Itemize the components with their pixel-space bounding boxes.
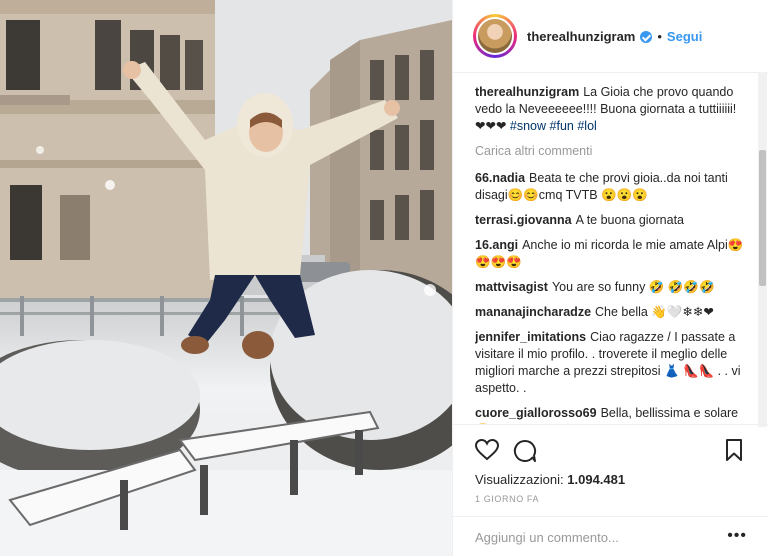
follow-button[interactable]: Segui <box>667 29 702 44</box>
avatar-story-ring[interactable] <box>473 14 517 58</box>
comment-item: jennifer_imitations Ciao ragazze / I pass… <box>475 329 747 397</box>
post-date[interactable]: 1 GIORNO FA <box>475 494 539 504</box>
comments-list[interactable]: therealhunzigram La Gioia che provo quand… <box>475 84 747 424</box>
snow-scene-image <box>0 0 452 556</box>
comment-item: mattvisagist You are so funny 🤣 🤣🤣🤣 <box>475 279 747 296</box>
verified-icon <box>640 31 653 43</box>
comment-text: You are so funny 🤣 🤣🤣🤣 <box>551 280 715 294</box>
views-number: 1.094.481 <box>567 472 626 487</box>
caption: therealhunzigram La Gioia che provo quand… <box>475 84 747 135</box>
more-options-icon[interactable]: ••• <box>727 527 747 545</box>
caption-username[interactable]: therealhunzigram <box>475 85 579 99</box>
hashtag-link[interactable]: #fun <box>550 119 574 133</box>
comment-username[interactable]: terrasi.giovanna <box>475 213 572 227</box>
bookmark-icon[interactable] <box>725 439 743 466</box>
comment-item: mananajincharadze Che bella 👋🤍❄❄❤ <box>475 304 747 321</box>
action-bar <box>453 424 768 475</box>
add-comment-bar: Aggiungi un commento... ••• <box>453 516 768 557</box>
scrollbar-thumb[interactable] <box>759 150 766 286</box>
heart-icon[interactable] <box>474 438 500 466</box>
post-details-panel: therealhunzigram • Segui therealhunzigra… <box>452 0 768 556</box>
comments-scrollbar[interactable] <box>758 72 767 427</box>
comment-text: Che bella 👋🤍❄❄❤ <box>595 305 714 319</box>
post-photo[interactable] <box>0 0 452 556</box>
views-label: Visualizzazioni: <box>475 472 564 487</box>
comment-username[interactable]: mattvisagist <box>475 280 548 294</box>
add-comment-input[interactable]: Aggiungi un commento... <box>475 530 619 545</box>
comment-icon[interactable] <box>513 439 537 468</box>
avatar[interactable] <box>476 17 514 55</box>
views-count: Visualizzazioni: 1.094.481 <box>475 472 625 487</box>
comment-item: cuore_giallorosso69 Bella, bellissima e s… <box>475 405 747 424</box>
comment-username[interactable]: mananajincharadze <box>475 305 591 319</box>
hashtag-link[interactable]: #lol <box>577 119 596 133</box>
comment-item: 16.angi Anche io mi ricorda le mie amate … <box>475 237 747 271</box>
comment-text: A te buona giornata <box>575 213 685 227</box>
comment-username[interactable]: 66.nadia <box>475 171 525 185</box>
comment-item: 66.nadia Beata te che provi gioia..da noi… <box>475 170 747 204</box>
hashtag-link[interactable]: #snow <box>510 119 546 133</box>
post-header: therealhunzigram • Segui <box>453 0 768 73</box>
load-more-comments-link[interactable]: Carica altri commenti <box>475 143 747 160</box>
header-username[interactable]: therealhunzigram <box>527 29 635 44</box>
separator-dot: • <box>657 28 662 44</box>
comment-username[interactable]: 16.angi <box>475 238 518 252</box>
comment-username[interactable]: jennifer_imitations <box>475 330 586 344</box>
comment-item: terrasi.giovanna A te buona giornata <box>475 212 747 229</box>
comment-username[interactable]: cuore_giallorosso69 <box>475 406 597 420</box>
